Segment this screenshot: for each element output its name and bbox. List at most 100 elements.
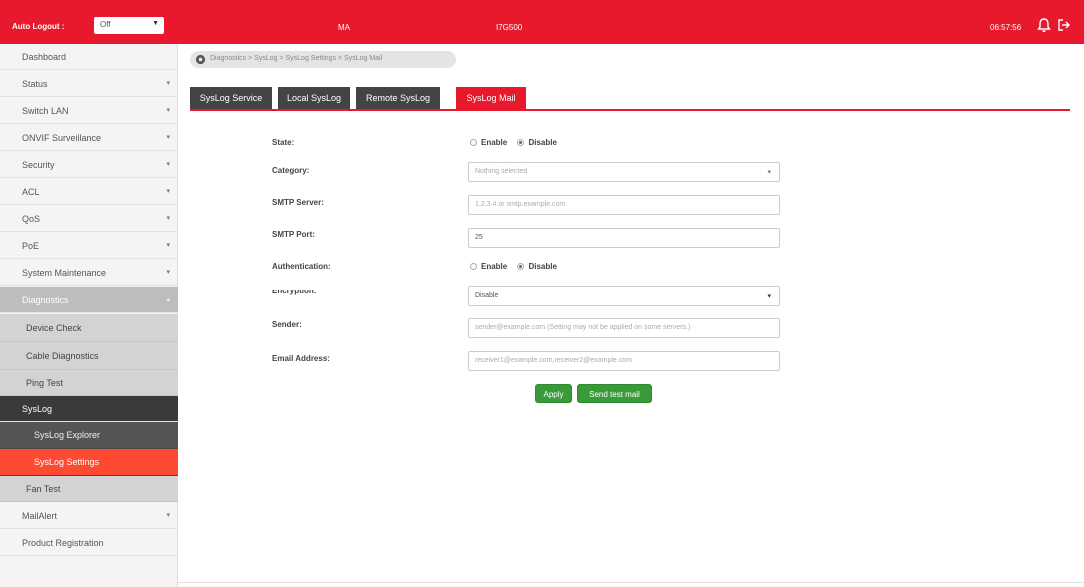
send-test-mail-button[interactable]: Send test mail <box>577 384 652 403</box>
sidebar-item-label: Status <box>22 79 48 89</box>
sidebar-item-label: Fan Test <box>26 484 61 494</box>
encryption-value: Disable <box>475 292 499 299</box>
sidebar-item-label: MailAlert <box>22 511 58 521</box>
radio-label: Disable <box>528 138 557 147</box>
auto-logout-value: Off <box>100 20 111 29</box>
sidebar-item-label: Cable Diagnostics <box>26 351 99 361</box>
logout-icon[interactable] <box>1056 17 1072 33</box>
radio-off-icon <box>470 139 477 147</box>
bell-icon[interactable] <box>1036 17 1052 33</box>
sidebar-item-onvif[interactable]: ONVIF Surveillance ▾ <box>0 125 178 151</box>
chevron-down-icon: ▾ <box>166 269 170 276</box>
sidebar-item-poe[interactable]: PoE ▾ <box>0 233 178 259</box>
sender-input[interactable]: sender@example.com (Setting may not be a… <box>468 318 780 338</box>
sidebar-item-status[interactable]: Status ▾ <box>0 71 178 97</box>
chevron-up-icon: ▴ <box>166 296 170 303</box>
email-address-placeholder: receiver1@example.com,receiver2@example.… <box>475 357 632 364</box>
smtp-port-value: 25 <box>475 234 483 241</box>
gear-icon <box>195 54 206 65</box>
sidebar-item-mailalert[interactable]: MailAlert ▾ <box>0 503 178 529</box>
sidebar-item-fan-test[interactable]: Fan Test <box>0 476 178 502</box>
radio-off-icon <box>470 263 477 271</box>
sidebar-item-label: Switch LAN <box>22 106 69 116</box>
state-label: State: <box>272 138 295 147</box>
encryption-select[interactable]: Disable ▾ <box>468 286 780 306</box>
sidebar-item-switch-lan[interactable]: Switch LAN ▾ <box>0 98 178 124</box>
chevron-down-icon: ▾ <box>166 242 170 249</box>
sidebar-item-label: PoE <box>22 241 40 251</box>
system-time: 06:57:56 <box>990 23 1022 32</box>
top-bar: Auto Logout : Off ▼ MA I7G500 06:57:56 <box>0 0 1084 44</box>
tab-local-syslog[interactable]: Local SysLog <box>278 87 350 109</box>
sender-placeholder: sender@example.com (Setting may not be a… <box>475 324 691 331</box>
tab-syslog-service[interactable]: SysLog Service <box>190 87 272 109</box>
smtp-server-placeholder: 1.2.3.4 or smtp.example.com <box>475 201 566 208</box>
chevron-down-icon: ▾ <box>166 161 170 168</box>
sidebar-item-label: Diagnostics <box>22 295 69 305</box>
radio-label: Disable <box>528 262 557 271</box>
sidebar-item-qos[interactable]: QoS ▾ <box>0 206 178 232</box>
smtp-port-input[interactable]: 25 <box>468 228 780 248</box>
smtp-server-input[interactable]: 1.2.3.4 or smtp.example.com <box>468 195 780 215</box>
category-label: Category: <box>272 166 310 175</box>
breadcrumb-text: Diagnostics > SysLog > SysLog Settings >… <box>210 55 383 62</box>
chevron-down-icon: ▾ <box>166 188 170 195</box>
chevron-down-icon: ▾ <box>166 215 170 222</box>
sidebar-item-label: Ping Test <box>26 378 63 388</box>
sidebar-item-syslog[interactable]: SysLog <box>0 396 178 422</box>
device-model: I7G500 <box>496 23 523 32</box>
tab-remote-syslog[interactable]: Remote SysLog <box>356 87 440 109</box>
sender-label: Sender: <box>272 320 302 329</box>
radio-on-icon <box>517 263 525 271</box>
tab-underline <box>190 109 1070 111</box>
radio-label: Enable <box>481 138 508 147</box>
sidebar-item-label: ACL <box>22 187 40 197</box>
state-disable-radio[interactable]: Disable <box>517 138 557 147</box>
radio-label: Enable <box>481 262 508 271</box>
sidebar-item-dashboard[interactable]: Dashboard <box>0 44 178 70</box>
sidebar-item-label: System Maintenance <box>22 268 107 278</box>
chevron-down-icon: ▾ <box>166 134 170 141</box>
auth-disable-radio[interactable]: Disable <box>517 262 557 271</box>
authentication-label: Authentication: <box>272 262 331 271</box>
chevron-down-icon: ▾ <box>767 293 771 300</box>
chevron-down-icon: ▼ <box>152 20 159 27</box>
sidebar-item-diagnostics[interactable]: Diagnostics ▴ <box>0 287 178 313</box>
sidebar-item-device-check[interactable]: Device Check <box>0 314 178 342</box>
sidebar-item-label: ONVIF Surveillance <box>22 133 102 143</box>
chevron-down-icon: ▾ <box>166 80 170 87</box>
sidebar-item-product-registration[interactable]: Product Registration <box>0 530 178 556</box>
sidebar-item-label: Device Check <box>26 323 82 333</box>
auto-logout-select[interactable]: Off ▼ <box>94 17 164 34</box>
sidebar-item-acl[interactable]: ACL ▾ <box>0 179 178 205</box>
sidebar-item-cable-diagnostics[interactable]: Cable Diagnostics <box>0 342 178 370</box>
sidebar-item-label: SysLog Settings <box>34 457 100 467</box>
chevron-down-icon: ▾ <box>767 169 771 176</box>
sidebar-item-system-maintenance[interactable]: System Maintenance ▾ <box>0 260 178 286</box>
state-radio-group: Enable Disable <box>470 138 565 147</box>
sidebar-item-syslog-settings[interactable]: SysLog Settings <box>0 449 178 476</box>
authentication-radio-group: Enable Disable <box>470 262 565 271</box>
tab-syslog-mail[interactable]: SysLog Mail <box>456 87 526 109</box>
category-placeholder: Nothing selected <box>475 168 528 175</box>
footer-divider <box>178 582 1084 583</box>
state-enable-radio[interactable]: Enable <box>470 138 507 147</box>
chevron-down-icon: ▾ <box>166 107 170 114</box>
smtp-server-label: SMTP Server: <box>272 198 324 207</box>
sidebar-item-label: SysLog Explorer <box>34 430 101 440</box>
device-name: MA <box>338 23 350 32</box>
email-address-input[interactable]: receiver1@example.com,receiver2@example.… <box>468 351 780 371</box>
sidebar-item-label: Security <box>22 160 55 170</box>
category-select[interactable]: Nothing selected ▾ <box>468 162 780 182</box>
sidebar-item-syslog-explorer[interactable]: SysLog Explorer <box>0 422 178 449</box>
breadcrumb: Diagnostics > SysLog > SysLog Settings >… <box>190 51 456 68</box>
apply-button[interactable]: Apply <box>535 384 572 403</box>
sidebar-item-label: Dashboard <box>22 52 67 62</box>
encryption-label: Encryption: <box>272 286 317 295</box>
sidebar-item-label: QoS <box>22 214 41 224</box>
auth-enable-radio[interactable]: Enable <box>470 262 507 271</box>
sidebar: Dashboard Status ▾ Switch LAN ▾ ONVIF Surv… <box>0 44 178 587</box>
sidebar-item-security[interactable]: Security ▾ <box>0 152 178 178</box>
sidebar-item-ping-test[interactable]: Ping Test <box>0 370 178 396</box>
smtp-port-label: SMTP Port: <box>272 230 315 239</box>
